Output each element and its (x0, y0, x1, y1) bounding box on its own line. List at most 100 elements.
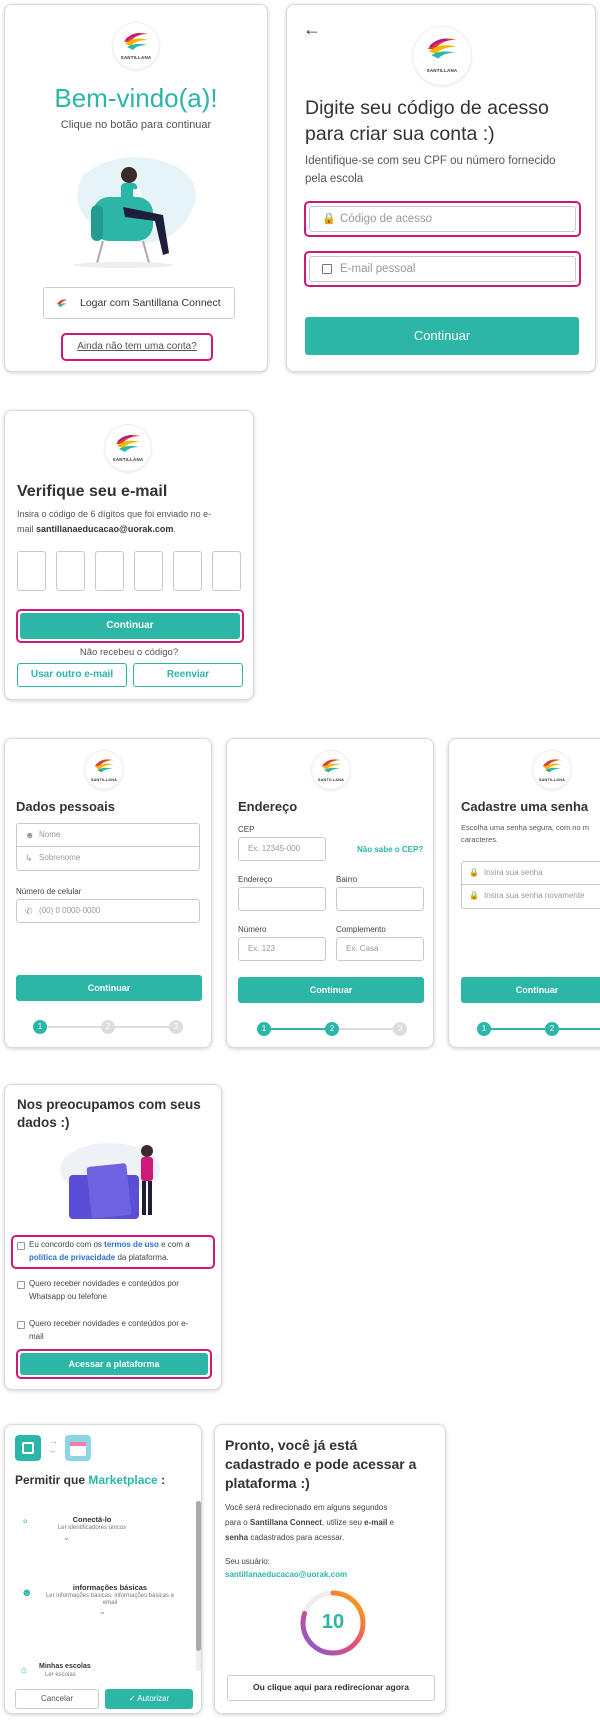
personal-data-card: SANTILLANA Dados pessoais ☻ Nome ↳ Sobre… (4, 738, 212, 1048)
cep-help-link[interactable]: Não sabe o CEP? (357, 845, 423, 854)
verify-email-card: SANTILLANA Verifique seu e-mail Insira o… (4, 410, 254, 700)
phone-label: Número de celular (16, 887, 82, 896)
district-input[interactable] (336, 887, 424, 911)
connect-button-label: Logar com Santillana Connect (80, 297, 221, 309)
stepper-line (485, 1028, 600, 1030)
address-card: SANTILLANA Endereço CEP Ex. 12345-000 Nã… (226, 738, 434, 1048)
resend-button[interactable]: Reenviar (133, 663, 243, 687)
step-1: 1 (33, 1020, 47, 1034)
perm2-desc-line2: email (102, 1600, 118, 1606)
name-placeholder: Nome (39, 830, 61, 839)
lock-icon: 🔒 (322, 213, 336, 225)
code-digit-3[interactable] (95, 551, 124, 591)
authorize-button[interactable]: ✓ Autorizar (105, 1689, 193, 1709)
connect-button[interactable]: Logar com Santillana Connect (43, 287, 235, 319)
phone-input[interactable]: ✆ (00) 0 0000-0000 (16, 899, 200, 923)
verify-email: santillanaeducacao@uorak.com (36, 524, 174, 534)
code-digit-5[interactable] (173, 551, 202, 591)
verify-desc-prefix: mail (17, 524, 37, 534)
use-other-email-button[interactable]: Usar outro e-mail (17, 663, 127, 687)
back-arrow-icon[interactable]: ← (303, 19, 321, 40)
consent-suffix: da plataforma. (115, 1253, 169, 1262)
access-desc-line2: pela escola (305, 173, 364, 185)
cancel-button[interactable]: Cancelar (15, 1689, 99, 1709)
surname-input[interactable]: ↳ Sobrenome (16, 847, 200, 871)
password-confirm-input[interactable]: 🔒 Insira sua senha novamente (461, 885, 600, 909)
name-input[interactable]: ☻ Nome (16, 823, 200, 847)
privacy-policy-link[interactable]: política de privacidade (29, 1253, 115, 1262)
code-placeholder: Código de acesso (340, 213, 433, 225)
desc2-email: e-mail (364, 1518, 388, 1527)
logo-text: SANTILLANA (426, 68, 458, 73)
perm1-title: Conectá-lo (72, 1515, 112, 1524)
perm1-chevron-icon[interactable]: ⌄ (63, 1533, 70, 1542)
authorize-title: Permitir que Marketplace : (15, 1473, 165, 1487)
perm3-title: Minhas escolas (39, 1663, 91, 1670)
email-placeholder: E-mail pessoal (340, 263, 416, 275)
step-2: 2 (545, 1022, 559, 1036)
check-circle-icon: ✓ (128, 1694, 138, 1703)
step-1: 1 (257, 1022, 271, 1036)
consent-line1: Eu concordo com os termos de uso e com a (29, 1240, 190, 1249)
done-desc-line3: senha cadastrados para acessar. (225, 1533, 344, 1542)
logo-text: SANTILLANA (538, 778, 566, 782)
home-icon: ⌂ (21, 1665, 28, 1676)
redirect-now-button[interactable]: Ou clique aqui para redirecionar agora (227, 1675, 435, 1701)
done-title-line3: plataforma :) (225, 1475, 310, 1491)
access-continue-button[interactable]: Continuar (305, 317, 579, 355)
perm2-chevron-icon[interactable]: ⌄ (99, 1607, 106, 1616)
done-desc-line2: para o Santillana Connect, utilize seu e… (225, 1518, 394, 1527)
password-desc-line2: caracteres. (461, 835, 499, 844)
street-input[interactable] (238, 887, 326, 911)
access-code-input[interactable]: 🔒 Código de acesso (309, 206, 576, 232)
complement-input[interactable]: Ex. Casa (336, 937, 424, 961)
perm2-title: informações básicas (72, 1583, 148, 1592)
santillana-logo: SANTILLANA (312, 751, 350, 789)
news-phone-checkbox[interactable] (17, 1281, 25, 1289)
address-continue-button[interactable]: Continuar (238, 977, 424, 1003)
verify-desc-line2: mail santillanaeducacao@uorak.com. (17, 524, 176, 534)
code-digit-6[interactable] (212, 551, 241, 591)
access-title-line1: Digite seu código de acesso (305, 97, 549, 119)
personal-email-input[interactable]: E-mail pessoal (309, 256, 576, 282)
verify-continue-button[interactable]: Continuar (20, 613, 240, 639)
perm1-desc: Ler identificadores únicos (57, 1525, 127, 1531)
news-email-line2: mail (29, 1332, 44, 1341)
person-icon: ☻ (25, 830, 35, 840)
number-input[interactable]: Ex. 123 (238, 937, 326, 961)
done-desc-line1: Você será redirecionado em alguns segund… (225, 1503, 388, 1512)
consent-checkbox[interactable] (17, 1242, 25, 1250)
privacy-illustration (60, 1143, 160, 1219)
santillana-logo: SANTILLANA (113, 23, 159, 69)
verify-desc-suffix: . (173, 524, 176, 534)
user-label: Seu usuário: (225, 1557, 270, 1566)
code-digit-2[interactable] (56, 551, 85, 591)
exchange-arrows-icon: → ← (49, 1436, 58, 1455)
authorize-label: Autorizar (137, 1694, 170, 1703)
news-email-checkbox[interactable] (17, 1321, 25, 1329)
cep-input[interactable]: Ex. 12345-000 (238, 837, 326, 861)
news-phone-line2: Whatsapp ou telefone (29, 1292, 107, 1301)
code-digit-1[interactable] (17, 551, 46, 591)
access-platform-button[interactable]: Acessar a plataforma (20, 1353, 208, 1375)
perm3-desc: Ler escolas (45, 1672, 76, 1678)
phone-placeholder: (00) 0 0000-0000 (39, 906, 101, 915)
signup-link[interactable]: Ainda não tem uma conta? (61, 341, 213, 352)
password-input[interactable]: 🔒 Insira sua senha (461, 861, 600, 885)
no-code-text: Não recebeu o código? (79, 647, 179, 658)
number-label: Número (238, 925, 267, 934)
desc3-rest: cadastrados para acessar. (248, 1533, 345, 1542)
password-continue-button[interactable]: Continuar (461, 977, 600, 1003)
step-3: 3 (169, 1020, 183, 1034)
password-card: SANTILLANA Cadastre uma senha Escolha um… (448, 738, 600, 1048)
santillana-logo: SANTILLANA (105, 425, 151, 471)
news-phone-line1: Quero receber novidades e conteúdos por (29, 1279, 179, 1288)
news-email-line1: Quero receber novidades e conteúdos por … (29, 1319, 189, 1328)
consent-mid: e com a (158, 1240, 190, 1249)
complement-label: Complemento (336, 925, 386, 934)
code-digit-4[interactable] (134, 551, 163, 591)
terms-link[interactable]: termos de uso (104, 1240, 159, 1249)
privacy-title-line2: dados :) (17, 1115, 70, 1130)
permissions-scrollbar[interactable] (196, 1501, 201, 1671)
personal-continue-button[interactable]: Continuar (16, 975, 202, 1001)
